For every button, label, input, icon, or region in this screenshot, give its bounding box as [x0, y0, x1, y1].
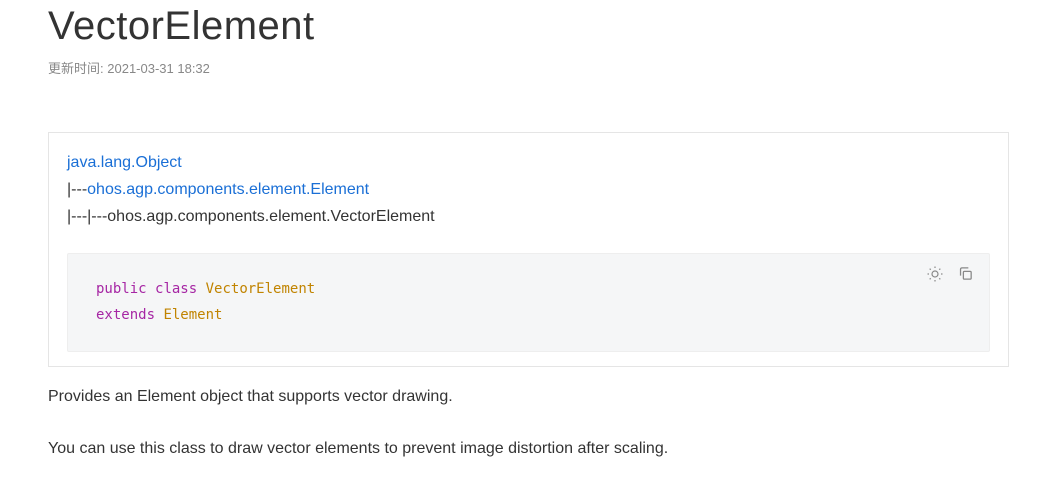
link-element[interactable]: ohos.agp.components.element.Element: [87, 181, 369, 198]
hierarchy-level-2: |---|---ohos.agp.components.element.Vect…: [67, 203, 990, 230]
description-paragraph-1: Provides an Element object that supports…: [48, 385, 1009, 409]
code-block: public class VectorElement extends Eleme…: [67, 253, 990, 352]
update-value: 2021-03-31 18:32: [107, 61, 210, 76]
tree-branch: |---|---: [67, 208, 107, 225]
code-line-1: public class VectorElement: [96, 276, 961, 303]
super-class-name: Element: [163, 307, 222, 323]
class-name: VectorElement: [206, 281, 316, 297]
doc-page: VectorElement 更新时间: 2021-03-31 18:32 jav…: [0, 0, 1057, 497]
description-paragraph-2: You can use this class to draw vector el…: [48, 437, 1009, 461]
update-time: 更新时间: 2021-03-31 18:32: [48, 58, 1009, 77]
code-line-2: extends Element: [96, 302, 961, 329]
copy-icon[interactable]: [955, 264, 975, 284]
update-label: 更新时间:: [48, 61, 104, 76]
tree-branch: |---: [67, 181, 87, 198]
keyword-extends: extends: [96, 307, 155, 323]
keyword-public: public: [96, 281, 147, 297]
theme-toggle-icon[interactable]: [925, 264, 945, 284]
page-title: VectorElement: [48, 0, 1009, 52]
hierarchy-level-1: |---ohos.agp.components.element.Element: [67, 176, 990, 203]
code-actions: [925, 264, 975, 284]
hierarchy-root: java.lang.Object: [67, 149, 990, 176]
class-full-name: ohos.agp.components.element.VectorElemen…: [107, 208, 434, 225]
keyword-class: class: [155, 281, 197, 297]
class-hierarchy-box: java.lang.Object |---ohos.agp.components…: [48, 132, 1009, 367]
link-java-lang-object[interactable]: java.lang.Object: [67, 154, 182, 171]
